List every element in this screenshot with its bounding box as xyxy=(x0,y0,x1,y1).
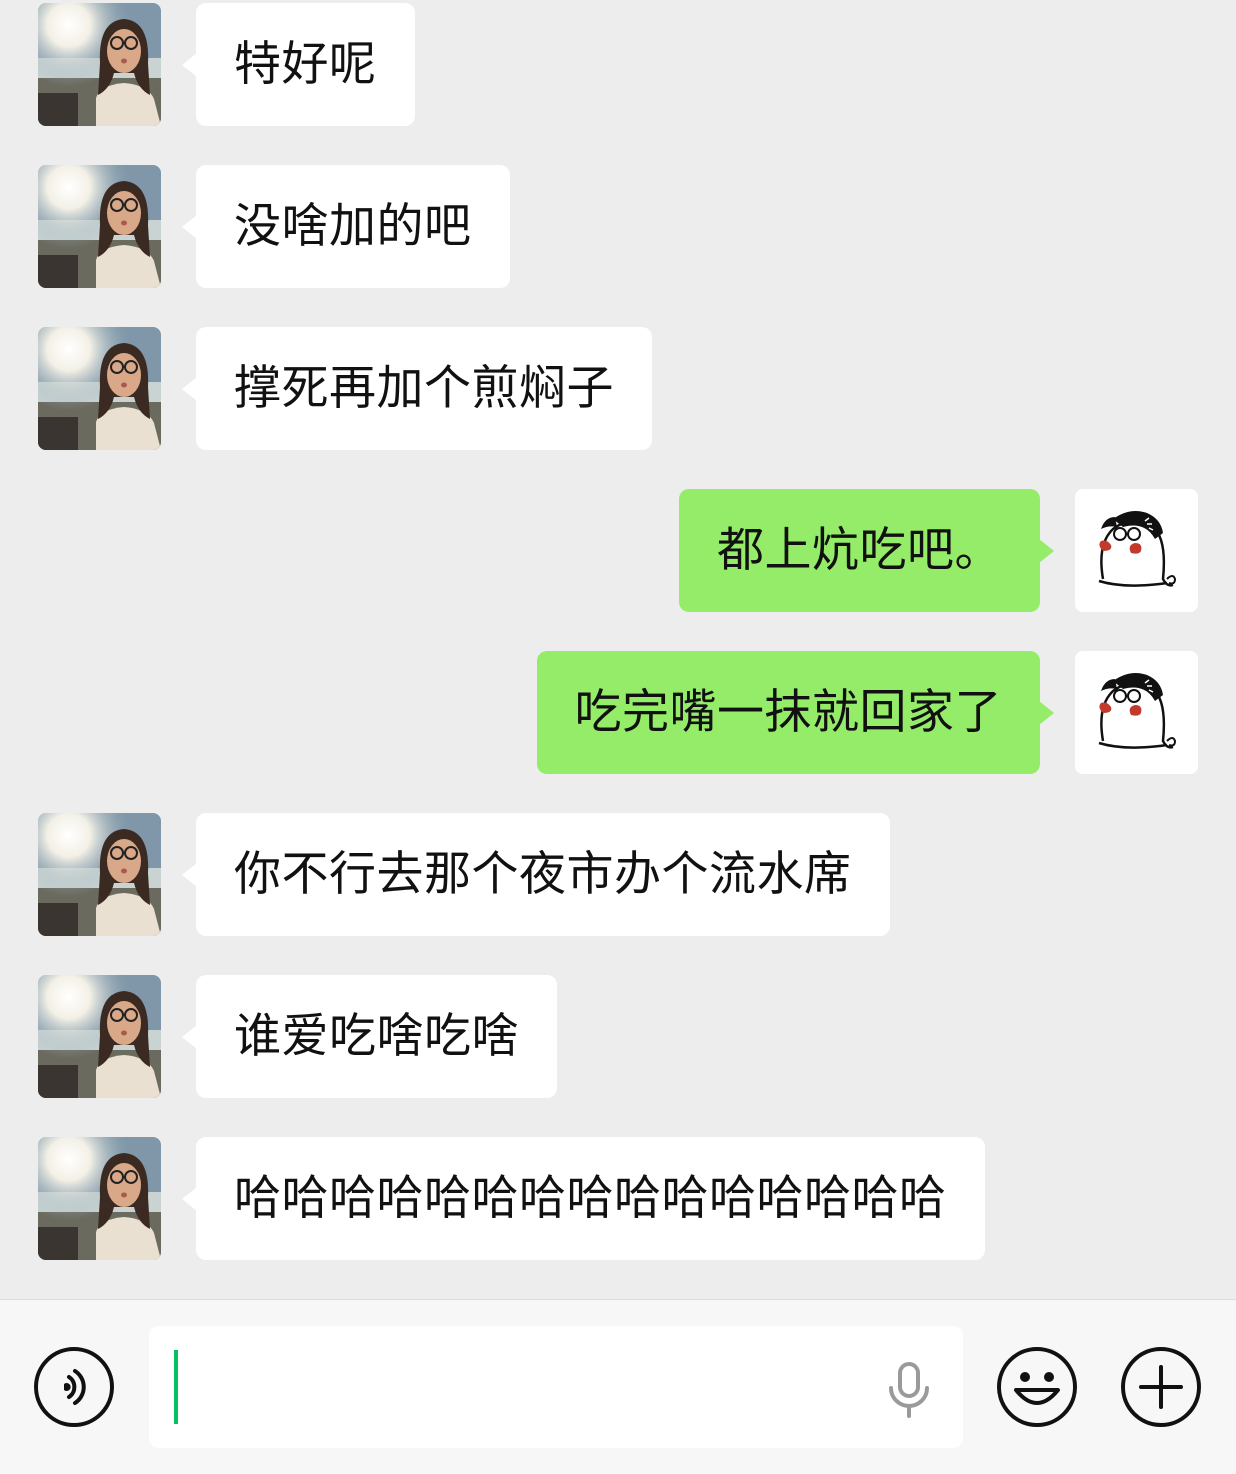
incoming-message-bubble[interactable]: 特好呢 xyxy=(182,3,415,126)
message-row: 都上炕吃吧。 xyxy=(0,489,1236,613)
incoming-message-bubble[interactable]: 没啥加的吧 xyxy=(182,165,510,288)
incoming-message-bubble[interactable]: 你不行去那个夜市办个流水席 xyxy=(182,813,890,936)
message-row: 哈哈哈哈哈哈哈哈哈哈哈哈哈哈哈 xyxy=(0,1137,1236,1261)
emoji-button[interactable] xyxy=(996,1346,1078,1428)
friend-avatar[interactable] xyxy=(38,813,161,936)
microphone-icon[interactable] xyxy=(885,1362,933,1418)
message-row: 谁爱吃啥吃啥 xyxy=(0,975,1236,1099)
voice-toggle-button[interactable] xyxy=(33,1346,115,1428)
voice-toggle-icon xyxy=(34,1347,114,1427)
plus-circle-icon xyxy=(1121,1347,1201,1427)
message-row: 没啥加的吧 xyxy=(0,165,1236,289)
incoming-message-bubble[interactable]: 撑死再加个煎焖子 xyxy=(182,327,652,450)
cartoon-ghost-image xyxy=(1075,489,1198,612)
friend-avatar[interactable] xyxy=(38,3,161,126)
my-avatar[interactable] xyxy=(1075,651,1198,774)
friend-avatar[interactable] xyxy=(38,327,161,450)
incoming-message-bubble[interactable]: 谁爱吃啥吃啥 xyxy=(182,975,557,1098)
friend-photo-image xyxy=(38,813,161,936)
friend-photo-image xyxy=(38,1137,161,1260)
more-options-button[interactable] xyxy=(1120,1346,1202,1428)
emoji-smile-icon xyxy=(997,1347,1077,1427)
outgoing-message-bubble[interactable]: 都上炕吃吧。 xyxy=(679,489,1054,612)
text-caret xyxy=(174,1350,178,1424)
friend-photo-image xyxy=(38,327,161,450)
friend-photo-image xyxy=(38,975,161,1098)
friend-avatar[interactable] xyxy=(38,1137,161,1260)
message-input[interactable] xyxy=(149,1326,963,1448)
message-row: 撑死再加个煎焖子 xyxy=(0,327,1236,451)
friend-photo-image xyxy=(38,165,161,288)
incoming-message-bubble[interactable]: 哈哈哈哈哈哈哈哈哈哈哈哈哈哈哈 xyxy=(182,1137,985,1260)
friend-avatar[interactable] xyxy=(38,975,161,1098)
my-avatar[interactable] xyxy=(1075,489,1198,612)
message-row: 吃完嘴一抹就回家了 xyxy=(0,651,1236,775)
input-bar xyxy=(0,1299,1236,1474)
message-row: 特好呢 xyxy=(0,3,1236,127)
friend-avatar[interactable] xyxy=(38,165,161,288)
friend-photo-image xyxy=(38,3,161,126)
chat-message-list[interactable]: 特好呢没啥加的吧撑死再加个煎焖子 都上炕吃吧。吃完嘴一抹就回家了你不行去那个夜市办… xyxy=(0,0,1236,1300)
outgoing-message-bubble[interactable]: 吃完嘴一抹就回家了 xyxy=(536,651,1054,774)
message-row: 你不行去那个夜市办个流水席 xyxy=(0,813,1236,937)
cartoon-ghost-image xyxy=(1075,651,1198,774)
